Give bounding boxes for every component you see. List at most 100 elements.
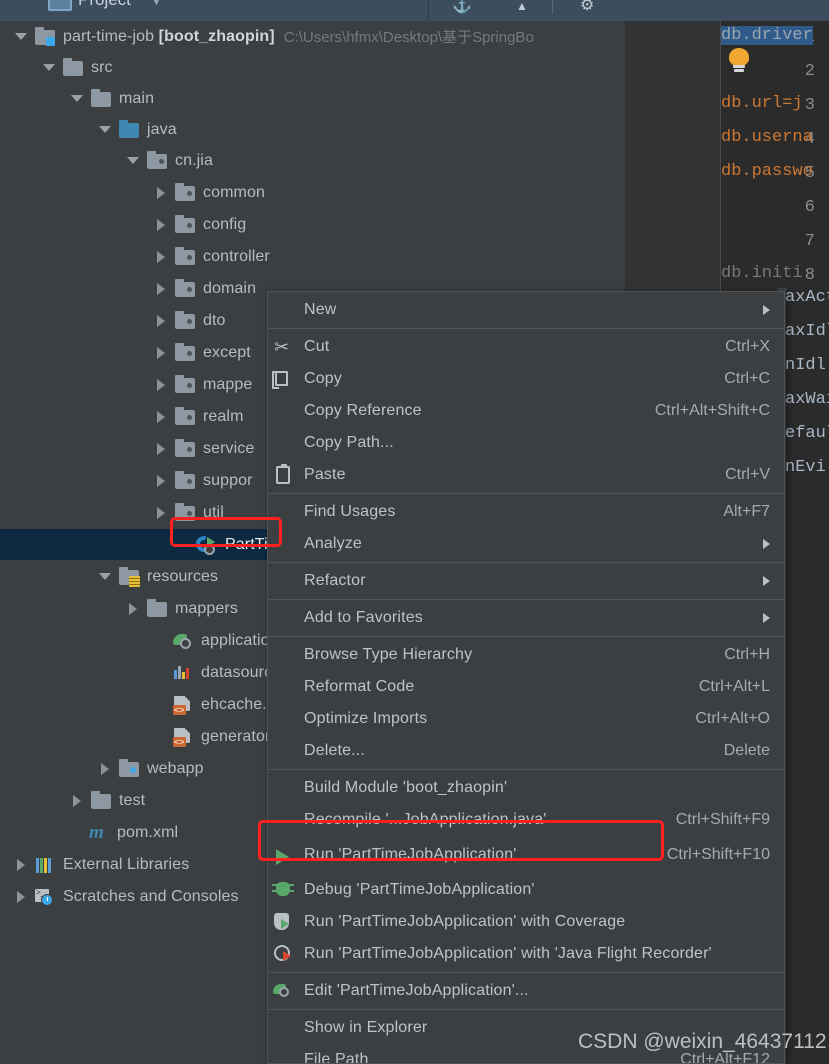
twisty-right-icon[interactable] <box>148 250 174 263</box>
twisty-right-icon[interactable] <box>148 218 174 231</box>
twisty-right-icon[interactable] <box>64 794 90 807</box>
code-fragment: nEvi <box>785 458 826 477</box>
no-icon <box>268 708 304 730</box>
menu-item-run-with-jfr[interactable]: Run 'PartTimeJobApplication' with 'Java … <box>268 938 784 970</box>
tree-label: domain <box>203 279 257 297</box>
twisty-down-icon[interactable] <box>92 126 118 133</box>
twisty-right-icon[interactable] <box>148 346 174 359</box>
tree-label: suppor <box>203 471 253 489</box>
cut-icon: ✂ <box>274 337 290 357</box>
menu-separator <box>268 769 784 770</box>
tree-label: ehcache.x <box>201 695 275 713</box>
submenu-arrow-icon <box>763 539 770 549</box>
chevron-down-icon[interactable]: ▼ <box>152 0 161 7</box>
settings-icon[interactable]: ⚙ <box>580 0 594 15</box>
menu-item-shortcut: Ctrl+Alt+L <box>698 678 770 695</box>
menu-item-label: Browse Type Hierarchy <box>304 646 473 663</box>
twisty-down-icon[interactable] <box>36 64 62 71</box>
twisty-right-icon[interactable] <box>8 890 34 903</box>
twisty-right-icon[interactable] <box>148 378 174 391</box>
no-icon <box>268 400 304 422</box>
twisty-right-icon[interactable] <box>148 506 174 519</box>
menu-item-recompile[interactable]: Recompile '...JobApplication.java' Ctrl+… <box>268 804 784 836</box>
twisty-right-icon[interactable] <box>148 282 174 295</box>
menu-item-label: Analyze <box>304 535 362 552</box>
menu-item-run-application[interactable]: Run 'PartTimeJobApplication' Ctrl+Shift+… <box>268 836 784 874</box>
menu-item-build-module[interactable]: Build Module 'boot_zhaopin' <box>268 772 784 804</box>
menu-item-copy[interactable]: Copy Ctrl+C <box>268 363 784 395</box>
spring-boot-application-icon <box>193 532 220 555</box>
menu-item-edit-configuration[interactable]: Edit 'PartTimeJobApplication'... <box>268 975 784 1007</box>
no-icon <box>268 809 304 831</box>
spring-properties-icon <box>172 631 196 651</box>
twisty-right-icon[interactable] <box>120 602 146 615</box>
anchor-icon[interactable]: ⚓ <box>452 0 472 15</box>
tree-label: config <box>203 215 247 233</box>
menu-item-shortcut: Ctrl+Shift+F10 <box>666 846 770 863</box>
menu-item-delete[interactable]: Delete... Delete <box>268 735 784 767</box>
submenu-arrow-icon <box>763 576 770 586</box>
menu-item-find-usages[interactable]: Find Usages Alt+F7 <box>268 496 784 528</box>
no-icon <box>268 570 304 592</box>
tree-row-controller[interactable]: controller <box>0 241 625 272</box>
twisty-right-icon[interactable] <box>148 474 174 487</box>
tree-row-common[interactable]: common <box>0 177 625 208</box>
menu-item-shortcut: Ctrl+H <box>724 646 770 663</box>
twisty-right-icon[interactable] <box>8 858 34 871</box>
tree-label: main <box>119 89 155 107</box>
twisty-right-icon[interactable] <box>92 762 118 775</box>
tree-label: generator <box>201 727 271 745</box>
menu-item-reformat-code[interactable]: Reformat Code Ctrl+Alt+L <box>268 671 784 703</box>
tree-row-config[interactable]: config <box>0 209 625 240</box>
twisty-right-icon[interactable] <box>148 442 174 455</box>
menu-item-run-with-coverage[interactable]: Run 'PartTimeJobApplication' with Covera… <box>268 906 784 938</box>
package-icon <box>174 278 198 299</box>
context-menu[interactable]: New ✂ Cut Ctrl+X Copy Ctrl+C Copy Refere… <box>267 291 785 1064</box>
no-icon <box>268 740 304 762</box>
tree-row-java[interactable]: java <box>0 114 625 145</box>
package-icon <box>174 246 198 267</box>
twisty-right-icon[interactable] <box>148 186 174 199</box>
code-fragment: axIdl <box>785 322 829 341</box>
twisty-down-icon[interactable] <box>120 157 146 164</box>
menu-item-label: Optimize Imports <box>304 710 428 727</box>
tree-row-main[interactable]: main <box>0 83 625 114</box>
flight-recorder-icon <box>268 943 304 965</box>
menu-item-debug-application[interactable]: Debug 'PartTimeJobApplication' <box>268 874 784 906</box>
menu-item-add-to-favorites[interactable]: Add to Favorites <box>268 602 784 634</box>
tree-label: realm <box>203 407 244 425</box>
tree-label: webapp <box>147 759 204 777</box>
code-line: db.url=j <box>721 94 803 113</box>
project-tab[interactable]: Project ▼ <box>0 0 429 21</box>
menu-item-paste[interactable]: Paste Ctrl+V <box>268 459 784 491</box>
tree-label: java <box>147 120 177 138</box>
tree-row-part-time-job[interactable]: part-time-job [boot_zhaopin] C:\Users\hf… <box>0 21 625 52</box>
twisty-right-icon[interactable] <box>148 314 174 327</box>
menu-item-shortcut: Ctrl+Alt+Shift+C <box>654 402 770 419</box>
menu-item-analyze[interactable]: Analyze <box>268 528 784 560</box>
folder-icon <box>62 57 86 78</box>
menu-item-copy-reference[interactable]: Copy Reference Ctrl+Alt+Shift+C <box>268 395 784 427</box>
resources-folder-icon <box>118 566 142 587</box>
menu-item-label: Edit 'PartTimeJobApplication'... <box>304 982 529 999</box>
no-icon <box>268 676 304 698</box>
menu-item-refactor[interactable]: Refactor <box>268 565 784 597</box>
tree-row-cn-jia[interactable]: cn.jia <box>0 145 625 176</box>
collapse-icon[interactable]: ▲ <box>516 0 528 13</box>
tree-label: mappers <box>175 599 238 617</box>
menu-item-optimize-imports[interactable]: Optimize Imports Ctrl+Alt+O <box>268 703 784 735</box>
twisty-down-icon[interactable] <box>8 33 34 40</box>
twisty-down-icon[interactable] <box>64 95 90 102</box>
menu-item-shortcut: Ctrl+Shift+F9 <box>675 811 770 828</box>
intention-bulb-icon[interactable] <box>729 48 749 74</box>
menu-item-new[interactable]: New <box>268 294 784 326</box>
menu-item-cut[interactable]: ✂ Cut Ctrl+X <box>268 331 784 363</box>
tree-row-src[interactable]: src <box>0 52 625 83</box>
twisty-right-icon[interactable] <box>148 410 174 423</box>
menu-item-copy-path[interactable]: Copy Path... <box>268 427 784 459</box>
project-path: C:\Users\hfmx\Desktop\基于SpringBo <box>283 29 534 46</box>
package-icon <box>174 438 198 459</box>
project-tab-label: Project <box>78 0 131 10</box>
twisty-down-icon[interactable] <box>92 573 118 580</box>
menu-item-browse-type-hierarchy[interactable]: Browse Type Hierarchy Ctrl+H <box>268 639 784 671</box>
